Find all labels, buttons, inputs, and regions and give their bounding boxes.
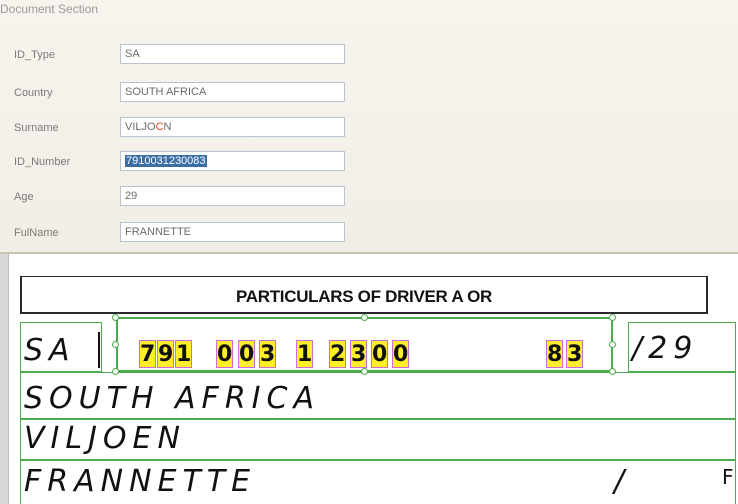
id-digit-cell[interactable]: 0 xyxy=(371,340,388,368)
cropped-edge-letter: F xyxy=(722,465,734,489)
handwritten-id-type: SA xyxy=(24,333,76,368)
country-field[interactable]: SOUTH AFRICA xyxy=(120,82,345,102)
id-digit-cell[interactable]: 0 xyxy=(216,340,233,368)
handwritten-age: /29 xyxy=(632,331,699,366)
id-digit-cell[interactable]: 0 xyxy=(238,340,255,368)
resize-handle[interactable] xyxy=(361,368,368,375)
handwritten-country: SOUTH AFRICA xyxy=(24,381,320,416)
scan-left-scrollbar[interactable] xyxy=(0,254,9,504)
id-digit-cell[interactable]: 1 xyxy=(175,340,192,368)
surname-value-part: N xyxy=(163,121,172,133)
resize-handle[interactable] xyxy=(361,314,368,321)
country-label: Country xyxy=(14,87,53,99)
surname-value-part: VILJO xyxy=(125,121,156,133)
id-number-field[interactable]: 7910031230083 xyxy=(120,151,345,171)
resize-handle[interactable] xyxy=(112,341,119,348)
surname-label: Surname xyxy=(14,122,59,134)
id-digit-cell[interactable]: 3 xyxy=(566,340,583,368)
particulars-box: PARTICULARS OF DRIVER A OR xyxy=(20,276,708,314)
id-type-label: ID_Type xyxy=(14,49,55,61)
fullname-field[interactable]: FRANNETTE xyxy=(120,222,345,242)
id-digit-cell[interactable]: 3 xyxy=(259,340,276,368)
resize-handle[interactable] xyxy=(112,314,119,321)
id-digit-cell[interactable]: 9 xyxy=(157,340,174,368)
id-type-field[interactable]: SA xyxy=(120,44,345,64)
fullname-label: FulName xyxy=(14,227,59,239)
surname-field[interactable]: VILJOCN xyxy=(120,117,345,137)
age-field[interactable]: 29 xyxy=(120,186,345,206)
field-separator xyxy=(98,332,100,368)
scanned-document-image[interactable]: PARTICULARS OF DRIVER A OR SA /29 SOUTH … xyxy=(0,254,738,504)
id-digit-cell[interactable]: 3 xyxy=(350,340,367,368)
id-digit-cell[interactable]: 7 xyxy=(139,340,156,368)
handwritten-slash: / xyxy=(614,464,631,499)
id-digit-cell[interactable]: 2 xyxy=(329,340,346,368)
resize-handle[interactable] xyxy=(609,314,616,321)
panel-title: Document Section xyxy=(0,2,99,16)
handwritten-surname: VILJOEN xyxy=(24,421,186,456)
resize-handle[interactable] xyxy=(112,368,119,375)
resize-handle[interactable] xyxy=(609,341,616,348)
surname-error-char: C xyxy=(155,121,164,133)
id-number-label: ID_Number xyxy=(14,156,71,168)
id-number-selected-text: 7910031230083 xyxy=(125,155,207,167)
document-section-panel: Document Section ID_Type SA Country SOUT… xyxy=(0,0,738,254)
id-digit-cell[interactable]: 8 xyxy=(546,340,563,368)
resize-handle[interactable] xyxy=(609,368,616,375)
particulars-heading: PARTICULARS OF DRIVER A OR xyxy=(235,287,493,306)
id-digit-cell[interactable]: 1 xyxy=(296,340,313,368)
handwritten-fullname: FRANNETTE xyxy=(24,464,257,499)
id-digit-cell[interactable]: 0 xyxy=(392,340,409,368)
age-label: Age xyxy=(14,191,34,203)
